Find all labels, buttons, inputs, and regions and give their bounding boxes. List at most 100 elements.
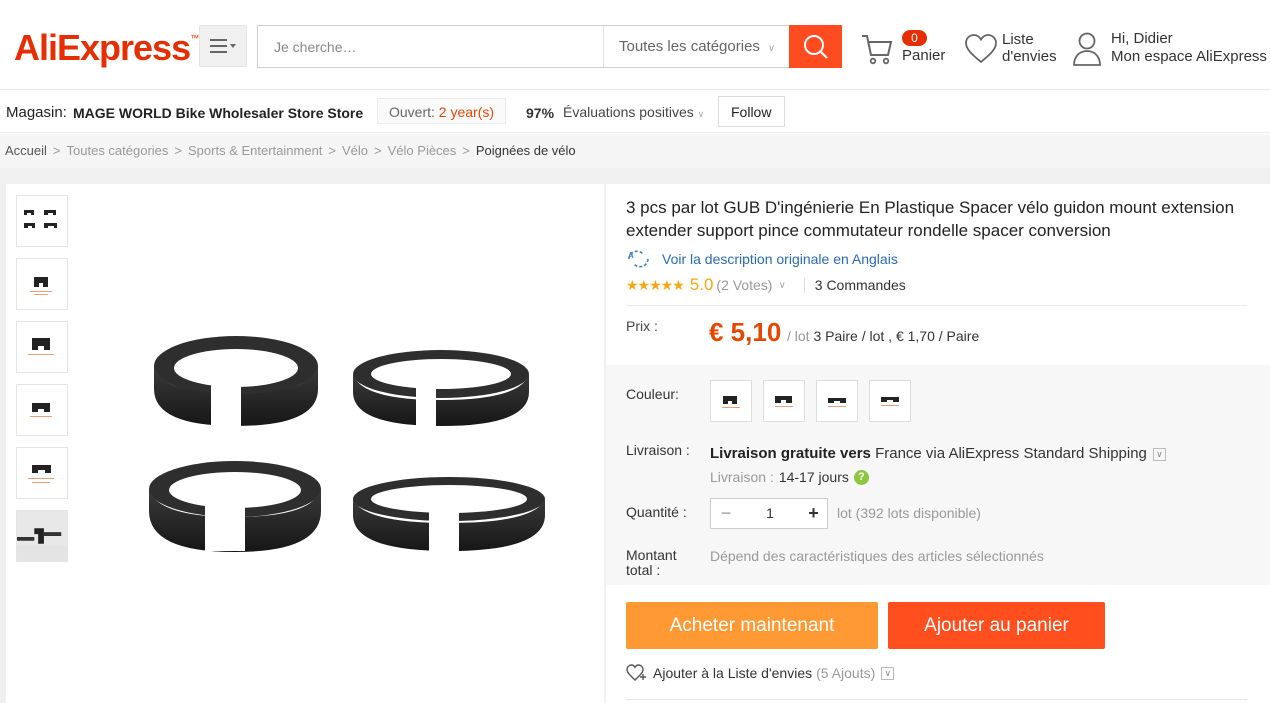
store-prefix: Magasin: xyxy=(6,104,67,121)
price-value: € 5,10 xyxy=(709,317,782,347)
logo-text: AliExpress xyxy=(14,27,191,68)
delivery-info: Livraison gratuite vers France via AliEx… xyxy=(710,445,1166,462)
search-input[interactable]: Je cherche… xyxy=(274,39,356,55)
add-to-wishlist-label: Ajouter à la Liste d'envies xyxy=(653,665,813,681)
breadcrumb-all-categories[interactable]: Toutes catégories xyxy=(67,143,169,158)
breadcrumb-separator: > xyxy=(462,143,470,158)
price-unit: / lot 3 Paire / lot , € 1,70 / Paire xyxy=(787,328,979,344)
color-swatch-1[interactable] xyxy=(710,380,752,422)
thumbnail-6[interactable] xyxy=(16,510,68,562)
cart-count-badge: 0 xyxy=(902,30,927,46)
thumbnail-list xyxy=(16,195,69,573)
divider xyxy=(626,699,1247,700)
user-icon xyxy=(1073,32,1101,66)
product-title: 3 pcs par lot GUB D'ingénierie En Plasti… xyxy=(626,198,1235,240)
wishlist-label-line2: d'envies xyxy=(1002,48,1057,65)
positive-feedback-percent: 97% xyxy=(526,105,555,121)
product-gallery xyxy=(6,184,604,703)
evaluations-dropdown[interactable]: Évaluations positives ∨ xyxy=(563,104,704,120)
svg-text:A: A xyxy=(628,251,634,260)
free-shipping-text: Livraison gratuite vers xyxy=(710,445,871,462)
help-icon[interactable]: ? xyxy=(853,469,869,485)
price-label: Prix : xyxy=(626,318,658,334)
options-panel: Couleur: Livraison : Livraison gratuite … xyxy=(606,365,1270,585)
thumbnail-1[interactable] xyxy=(16,195,68,247)
category-menu-button[interactable] xyxy=(199,25,247,67)
search-button[interactable] xyxy=(789,25,842,68)
evaluations-label: Évaluations positives xyxy=(563,104,694,120)
delivery-days: 14-17 jours xyxy=(778,469,849,485)
color-label: Couleur: xyxy=(626,386,679,402)
cart-label: Panier xyxy=(902,47,946,64)
store-open-badge: Ouvert: 2 year(s) xyxy=(377,98,507,124)
product-info: 3 pcs par lot GUB D'ingénierie En Plasti… xyxy=(606,184,1270,703)
orders-count: 3 Commandes xyxy=(814,277,906,293)
total-value: Dépend des caractéristiques des articles… xyxy=(710,548,1044,564)
delivery-label: Livraison : xyxy=(626,442,690,458)
breadcrumb-separator: > xyxy=(374,143,382,158)
total-label-line2: total : xyxy=(626,562,661,578)
add-to-wishlist-link[interactable]: Ajouter à la Liste d'envies (5 Ajouts) ∨ xyxy=(626,664,895,682)
chevron-down-icon[interactable]: ∨ xyxy=(778,280,785,291)
divider xyxy=(626,305,1247,306)
account-greeting: Hi, Didier xyxy=(1111,30,1173,47)
store-bar: Magasin: MAGE WORLD Bike Wholesaler Stor… xyxy=(0,90,1270,133)
quantity-available: lot (392 lots disponible) xyxy=(837,505,981,521)
wishlist-link[interactable]: Liste d'envies xyxy=(964,30,1064,70)
delivery-destination[interactable]: France via AliExpress Standard Shipping xyxy=(875,445,1147,462)
store-name-link[interactable]: MAGE WORLD Bike Wholesaler Store Store xyxy=(73,105,363,121)
aliexpress-logo[interactable]: AliExpress™ xyxy=(14,27,199,69)
category-select-label: Toutes les catégories xyxy=(619,38,760,55)
buy-now-button[interactable]: Acheter maintenant xyxy=(626,602,878,649)
main-product-image[interactable] xyxy=(141,329,551,569)
total-label-line1: Montant xyxy=(626,547,677,563)
thumbnail-2[interactable] xyxy=(16,258,68,310)
chevron-down-icon[interactable]: ∨ xyxy=(881,666,895,680)
breadcrumb-velo[interactable]: Vélo xyxy=(342,143,368,158)
thumbnail-4[interactable] xyxy=(16,384,68,436)
chevron-down-icon: ∨ xyxy=(697,109,705,119)
color-swatch-3[interactable] xyxy=(816,380,858,422)
rating-stars: ★★★★★ xyxy=(626,276,685,293)
breadcrumb-separator: > xyxy=(52,143,61,158)
breadcrumb-velo-pieces[interactable]: Vélo Pièces xyxy=(388,143,457,158)
cart-icon xyxy=(862,35,893,65)
quantity-increase-button[interactable]: + xyxy=(799,499,828,528)
heart-icon xyxy=(965,34,997,64)
color-swatch-2[interactable] xyxy=(763,380,805,422)
account-space-label: Mon espace AliExpress xyxy=(1111,48,1267,65)
breadcrumb-separator: > xyxy=(328,143,337,158)
thumbnail-5[interactable] xyxy=(16,447,68,499)
color-swatch-4[interactable] xyxy=(869,380,911,422)
chevron-down-icon: ∨ xyxy=(767,43,776,54)
quantity-input[interactable]: 1 xyxy=(741,499,799,528)
delivery-time: Livraison :14-17 jours? xyxy=(710,469,869,485)
breadcrumb-home[interactable]: Accueil xyxy=(5,143,47,158)
price-per-lot: / lot xyxy=(787,328,810,344)
breadcrumb-current[interactable]: Poignées de vélo xyxy=(476,143,576,158)
hamburger-icon xyxy=(210,39,236,53)
category-select[interactable]: Toutes les catégories ∨ xyxy=(603,26,788,67)
quantity-decrease-button[interactable]: − xyxy=(711,499,741,528)
breadcrumb: Accueil > Toutes catégories > Sports & Enter… xyxy=(0,134,1270,168)
thumbnail-3[interactable] xyxy=(16,321,68,373)
wishlist-label-line1: Liste xyxy=(1002,31,1034,48)
color-swatches xyxy=(710,380,922,422)
account-link[interactable]: Hi, Didier Mon espace AliExpress xyxy=(1072,30,1267,70)
add-to-cart-button[interactable]: Ajouter au panier xyxy=(888,602,1105,649)
follow-button[interactable]: Follow xyxy=(718,96,786,127)
account-label: Hi, Didier Mon espace AliExpress xyxy=(1111,30,1267,66)
rating-score: 5.0 xyxy=(689,275,714,294)
rating-row: ★★★★★ 5.0 (2 Votes) ∨ 3 Commandes xyxy=(626,275,906,295)
store-open-label: Ouvert: xyxy=(389,104,435,120)
wishlist-label: Liste d'envies xyxy=(1002,31,1057,65)
translate-link-text: Voir la description originale en Anglais xyxy=(662,251,898,267)
translate-link[interactable]: A Voir la description originale en Angla… xyxy=(626,250,898,268)
breadcrumb-sports[interactable]: Sports & Entertainment xyxy=(188,143,322,158)
chevron-down-icon[interactable]: ∨ xyxy=(1152,448,1166,461)
wishlist-count: (5 Ajouts) xyxy=(816,665,876,681)
rating-votes-link[interactable]: (2 Votes) xyxy=(716,277,772,293)
price-detail: 3 Paire / lot , € 1,70 / Paire xyxy=(813,328,980,344)
cart-link[interactable]: 0 Panier xyxy=(860,30,950,70)
search-bar: Je cherche… Toutes les catégories ∨ xyxy=(257,25,842,68)
